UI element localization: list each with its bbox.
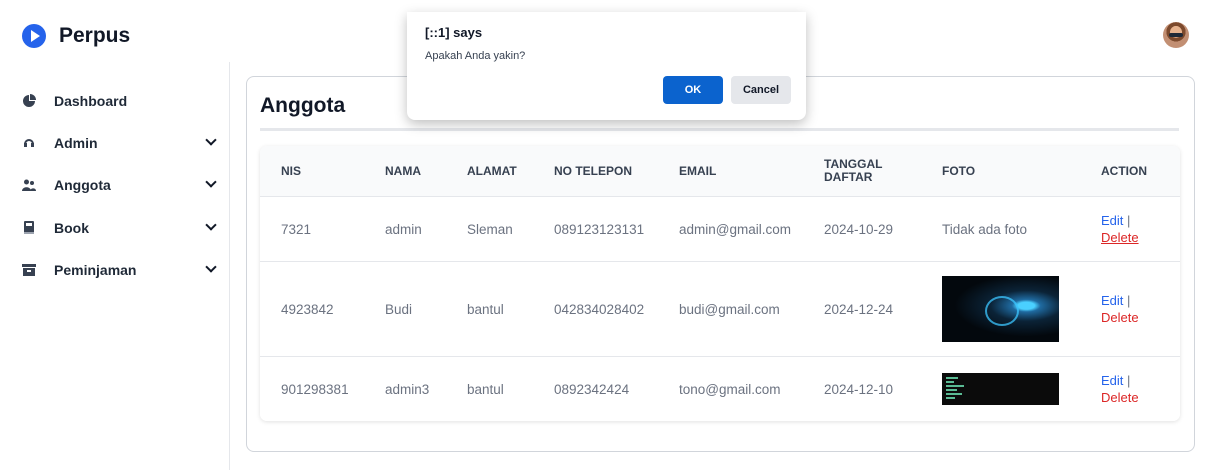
title-divider	[260, 128, 1179, 131]
member-photo	[942, 373, 1059, 405]
sidebar-item-label: Book	[54, 220, 89, 236]
sidebar-item-peminjaman[interactable]: Peminjaman	[22, 258, 216, 282]
sidebar-item-label: Peminjaman	[54, 262, 137, 278]
column-header-nama: NAMA	[385, 163, 421, 178]
sidebar: Dashboard Admin Anggota Book Peminjaman	[0, 62, 230, 470]
cell-nama: admin3	[385, 381, 430, 397]
users-icon	[22, 179, 36, 191]
dialog-message: Apakah Anda yakin?	[425, 50, 526, 62]
delete-link[interactable]: Delete	[1101, 229, 1139, 246]
chevron-down-icon[interactable]	[206, 178, 216, 188]
cell-nama: Budi	[385, 301, 413, 317]
cell-nama: admin	[385, 221, 422, 237]
delete-link[interactable]: Delete	[1101, 389, 1139, 406]
cell-action: Edit | Delete	[1101, 197, 1139, 261]
action-separator: |	[1127, 293, 1131, 308]
sidebar-item-dashboard[interactable]: Dashboard	[22, 89, 216, 113]
action-separator: |	[1127, 213, 1131, 228]
cell-email: tono@gmail.com	[679, 381, 781, 397]
cell-alamat: Sleman	[467, 221, 513, 237]
cell-foto: Tidak ada foto	[942, 221, 1028, 237]
column-header-action: ACTION	[1101, 163, 1147, 178]
dialog-title: [::1] says	[425, 25, 483, 40]
cell-no-telepon: 0892342424	[554, 381, 630, 397]
user-outline-icon	[24, 139, 34, 147]
sidebar-item-label: Anggota	[54, 177, 111, 193]
chevron-down-icon[interactable]	[206, 221, 216, 231]
cell-email: admin@gmail.com	[679, 221, 791, 237]
page-title: Anggota	[260, 94, 346, 117]
cell-alamat: bantul	[467, 301, 504, 317]
archive-icon	[22, 264, 36, 276]
sidebar-item-book[interactable]: Book	[22, 216, 216, 240]
cell-nis: 901298381	[281, 381, 349, 397]
table-row: 7321 admin Sleman 089123123131 admin@gma…	[260, 196, 1180, 261]
table-header: NIS NAMA ALAMAT NO TELEPON EMAIL TANGGAL…	[260, 146, 1180, 196]
sidebar-item-anggota[interactable]: Anggota	[22, 173, 216, 197]
book-icon	[24, 221, 34, 234]
cancel-button[interactable]: Cancel	[731, 76, 791, 104]
sidebar-item-label: Dashboard	[54, 93, 128, 109]
cell-nis: 7321	[281, 221, 312, 237]
cell-alamat: bantul	[467, 381, 504, 397]
edit-link[interactable]: Edit	[1101, 373, 1123, 388]
column-header-nis: NIS	[281, 163, 302, 178]
delete-link[interactable]: Delete	[1101, 309, 1139, 326]
column-header-foto: FOTO	[942, 163, 976, 178]
cell-no-telepon: 042834028402	[554, 301, 645, 317]
column-header-no-telepon: NO TELEPON	[554, 163, 633, 178]
chevron-down-icon[interactable]	[206, 136, 216, 146]
cell-tanggal-daftar: 2024-12-10	[824, 381, 894, 397]
cell-no-telepon: 089123123131	[554, 221, 645, 237]
brand[interactable]: Perpus	[22, 24, 130, 48]
column-header-email: EMAIL	[679, 163, 717, 178]
chevron-down-icon[interactable]	[206, 263, 216, 273]
table-row: 901298381 admin3 bantul 0892342424 tono@…	[260, 356, 1180, 421]
cell-action: Edit | Delete	[1101, 357, 1139, 421]
action-separator: |	[1127, 373, 1131, 388]
column-header-alamat: ALAMAT	[467, 163, 517, 178]
brand-name: Perpus	[59, 24, 131, 47]
ok-button[interactable]: OK	[663, 76, 723, 104]
member-photo	[942, 276, 1059, 342]
confirm-dialog: [::1] says Apakah Anda yakin? OK Cancel	[407, 12, 806, 120]
cell-tanggal-daftar: 2024-12-24	[824, 301, 894, 317]
sidebar-item-admin[interactable]: Admin	[22, 131, 216, 155]
edit-link[interactable]: Edit	[1101, 293, 1123, 308]
edit-link[interactable]: Edit	[1101, 213, 1123, 228]
column-header-tanggal-daftar: TANGGAL DAFTAR	[824, 157, 883, 184]
cell-email: budi@gmail.com	[679, 301, 780, 317]
sidebar-item-label: Admin	[54, 135, 98, 151]
table-row: 4923842 Budi bantul 042834028402 budi@gm…	[260, 261, 1180, 356]
members-table: NIS NAMA ALAMAT NO TELEPON EMAIL TANGGAL…	[260, 146, 1180, 421]
cell-action: Edit | Delete	[1101, 262, 1139, 356]
cell-nis: 4923842	[281, 301, 334, 317]
cell-tanggal-daftar: 2024-10-29	[824, 221, 894, 237]
play-icon	[22, 24, 46, 48]
pie-chart-icon	[23, 94, 36, 107]
avatar[interactable]	[1163, 22, 1189, 48]
